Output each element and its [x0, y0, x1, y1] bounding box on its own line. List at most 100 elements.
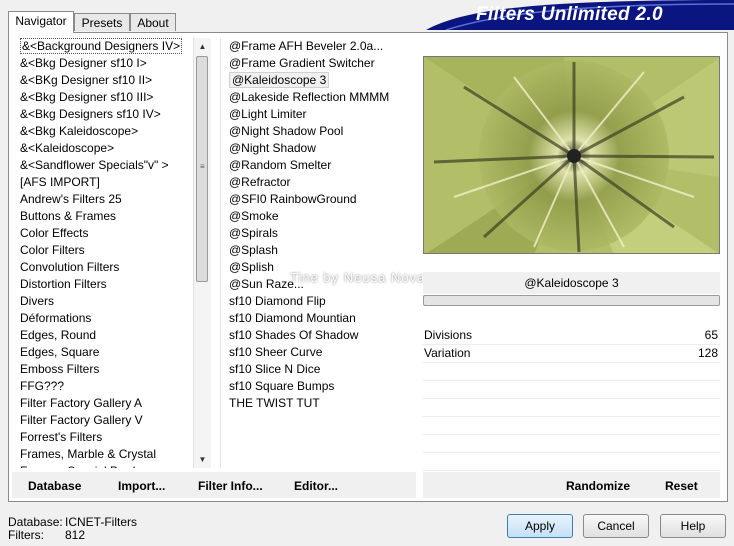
- cancel-button[interactable]: Cancel: [583, 514, 649, 538]
- filter-item-label: sf10 Shades Of Shadow: [229, 328, 359, 342]
- category-item[interactable]: Frames, Marble & Crystal: [12, 446, 192, 463]
- category-item[interactable]: &<Bkg Kaleidoscope>: [12, 123, 192, 140]
- filter-list[interactable]: @Frame AFH Beveler 2.0a... @Frame Gradien…: [220, 38, 417, 468]
- scroll-up-icon[interactable]: ▲: [194, 38, 211, 55]
- category-item-label: Andrew's Filters 25: [20, 192, 122, 206]
- status-database: Database: ICNET-Filters: [8, 515, 137, 529]
- scroll-down-icon[interactable]: ▼: [194, 451, 211, 468]
- category-item[interactable]: Divers: [12, 293, 192, 310]
- category-item[interactable]: FFG???: [12, 378, 192, 395]
- filter-item-label: sf10 Sheer Curve: [229, 345, 323, 359]
- filter-item-label: @SFI0 RainbowGround: [229, 192, 357, 206]
- filter-item[interactable]: sf10 Diamond Flip: [221, 293, 417, 310]
- tab-navigator[interactable]: Navigator: [8, 11, 74, 33]
- param-label: Divisions: [424, 328, 473, 342]
- list-action-bar: Database Import... Filter Info... Editor…: [12, 472, 416, 498]
- watermark-text: Tine by Neusa Novaes: [290, 270, 442, 285]
- tab-about[interactable]: About: [130, 13, 176, 31]
- filter-item-label: sf10 Diamond Flip: [229, 294, 326, 308]
- category-item[interactable]: &<Bkg Designer sf10 I>: [12, 55, 192, 72]
- filter-item[interactable]: @SFI0 RainbowGround: [221, 191, 417, 208]
- category-item-label: FFG???: [20, 379, 65, 393]
- category-item[interactable]: Frames, Special Border...: [12, 463, 192, 468]
- filter-item-label: @Refractor: [229, 175, 291, 189]
- filter-item-label: @Splish: [229, 260, 274, 274]
- category-item-label: Distortion Filters: [20, 277, 107, 291]
- tab-presets[interactable]: Presets: [74, 13, 130, 31]
- category-item-label: Divers: [20, 294, 55, 308]
- category-item[interactable]: Convolution Filters: [12, 259, 192, 276]
- editor-button[interactable]: Editor...: [294, 479, 338, 493]
- category-item-label: &<Kaleidoscope>: [20, 141, 115, 155]
- category-item-label: Color Filters: [20, 243, 85, 257]
- category-item-label: &<Bkg Designer sf10 I>: [20, 56, 147, 70]
- category-item-label: Frames, Special Border...: [20, 464, 155, 468]
- filter-item[interactable]: sf10 Slice N Dice: [221, 361, 417, 378]
- apply-button[interactable]: Apply: [507, 514, 573, 538]
- category-item[interactable]: Color Effects: [12, 225, 192, 242]
- category-item[interactable]: &<Kaleidoscope>: [12, 140, 192, 157]
- category-item-label: Edges, Round: [20, 328, 97, 342]
- category-item-label: &<Sandflower Specials"v" >: [20, 158, 169, 172]
- category-item[interactable]: [AFS IMPORT]: [12, 174, 192, 191]
- category-item[interactable]: Edges, Square: [12, 344, 192, 361]
- category-list[interactable]: &<Background Designers IV> &<Bkg Designer…: [12, 38, 192, 468]
- help-button[interactable]: Help: [660, 514, 726, 538]
- filter-item[interactable]: @Splash: [221, 242, 417, 259]
- param-value: 65: [704, 328, 718, 342]
- filter-item[interactable]: @Night Shadow Pool: [221, 123, 417, 140]
- reset-button[interactable]: Reset: [665, 479, 698, 493]
- category-item[interactable]: Color Filters: [12, 242, 192, 259]
- filter-item-label: @Night Shadow Pool: [229, 124, 344, 138]
- filter-item-label: @Frame AFH Beveler 2.0a...: [229, 39, 384, 53]
- filter-item[interactable]: @Lakeside Reflection MMMM: [221, 89, 417, 106]
- category-item[interactable]: &<Sandflower Specials"v" >: [12, 157, 192, 174]
- preview-image: [423, 56, 720, 254]
- filter-item[interactable]: sf10 Diamond Mountian: [221, 310, 417, 327]
- filter-item[interactable]: @Frame AFH Beveler 2.0a...: [221, 38, 417, 55]
- filter-item[interactable]: sf10 Square Bumps: [221, 378, 417, 395]
- filter-item[interactable]: @Smoke: [221, 208, 417, 225]
- category-item[interactable]: &<Bkg Designers sf10 IV>: [12, 106, 192, 123]
- category-item[interactable]: &<Background Designers IV>: [12, 38, 192, 55]
- filter-item[interactable]: @Refractor: [221, 174, 417, 191]
- param-row-empty: [423, 434, 720, 453]
- category-item[interactable]: Andrew's Filters 25: [12, 191, 192, 208]
- param-row-empty: [423, 452, 720, 471]
- banner-title: Filters Unlimited 2.0: [476, 4, 663, 25]
- filter-item[interactable]: sf10 Sheer Curve: [221, 344, 417, 361]
- randomize-button[interactable]: Randomize: [566, 479, 630, 493]
- category-scrollbar[interactable]: ▲ ≡ ▼: [193, 38, 211, 468]
- filter-item[interactable]: @Random Smelter: [221, 157, 417, 174]
- database-button[interactable]: Database: [28, 479, 81, 493]
- category-item[interactable]: Filter Factory Gallery A: [12, 395, 192, 412]
- category-item[interactable]: &<BKg Designer sf10 II>: [12, 72, 192, 89]
- filter-item[interactable]: THE TWIST TUT: [221, 395, 417, 412]
- category-item[interactable]: &<Bkg Designer sf10 III>: [12, 89, 192, 106]
- filter-item[interactable]: @Light Limiter: [221, 106, 417, 123]
- category-item[interactable]: Déformations: [12, 310, 192, 327]
- category-item[interactable]: Filter Factory Gallery V: [12, 412, 192, 429]
- filter-item[interactable]: @Frame Gradient Switcher: [221, 55, 417, 72]
- category-item[interactable]: Edges, Round: [12, 327, 192, 344]
- filter-item-label: @Lakeside Reflection MMMM: [229, 90, 390, 104]
- filter-item[interactable]: sf10 Shades Of Shadow: [221, 327, 417, 344]
- filter-item-label: THE TWIST TUT: [229, 396, 320, 410]
- status-database-value: ICNET-Filters: [65, 515, 137, 529]
- param-row-empty: [423, 416, 720, 435]
- category-item[interactable]: Forrest's Filters: [12, 429, 192, 446]
- param-divisions[interactable]: Divisions 65: [423, 326, 720, 345]
- category-item-label: Filter Factory Gallery A: [20, 396, 143, 410]
- filter-info-button[interactable]: Filter Info...: [198, 479, 263, 493]
- filter-item-label: @Spirals: [229, 226, 278, 240]
- category-item[interactable]: Distortion Filters: [12, 276, 192, 293]
- param-variation[interactable]: Variation 128: [423, 344, 720, 363]
- filter-item[interactable]: @Night Shadow: [221, 140, 417, 157]
- scroll-thumb[interactable]: ≡: [196, 56, 208, 282]
- filter-item[interactable]: @Spirals: [221, 225, 417, 242]
- category-item[interactable]: Buttons & Frames: [12, 208, 192, 225]
- import-button[interactable]: Import...: [118, 479, 165, 493]
- category-item[interactable]: Emboss Filters: [12, 361, 192, 378]
- param-row-empty: [423, 362, 720, 381]
- filter-item[interactable]: @Kaleidoscope 3: [221, 72, 417, 89]
